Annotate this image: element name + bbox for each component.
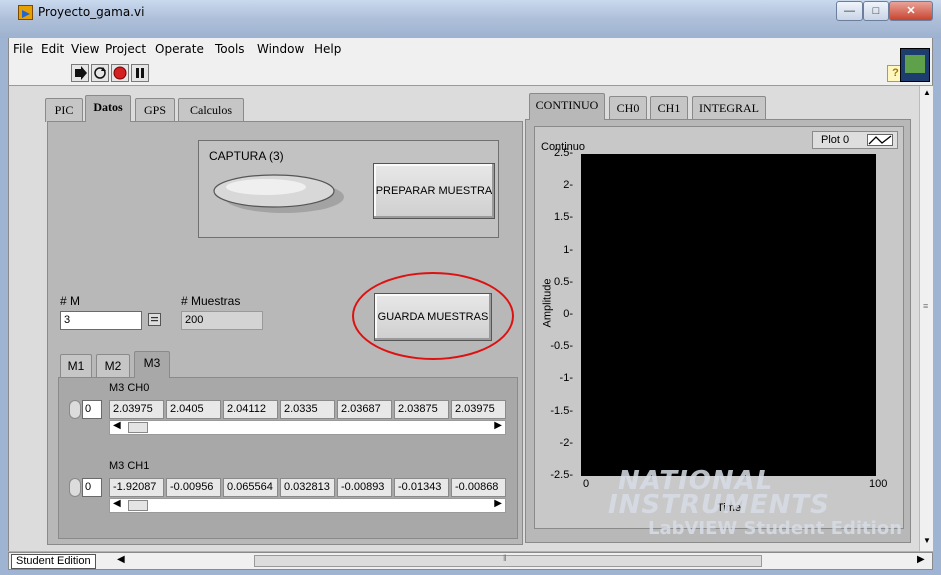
maximize-button[interactable]: □ (863, 1, 889, 21)
pause-icon[interactable] (131, 64, 149, 82)
legend-line-icon (867, 134, 893, 146)
datos-tab-page: CAPTURA (3) PREPARAR MUESTRA GUARDA MUES… (47, 121, 523, 545)
menu-help[interactable]: Help (314, 42, 341, 56)
m3-tab-page: M3 CH0 0 2.03975 2.0405 2.04112 2.0335 2… (58, 377, 518, 539)
ch0-cell: 2.03975 (109, 400, 164, 419)
ch1-cell: -0.01343 (394, 478, 449, 497)
menu-edit[interactable]: Edit (41, 42, 64, 56)
y-tick-label: -2.5- (550, 469, 573, 481)
ch0-cell: 2.03975 (451, 400, 506, 419)
ch0-array-label: M3 CH0 (109, 382, 150, 394)
ch0-cell: 2.0405 (166, 400, 221, 419)
y-tick-label: -2- (559, 436, 573, 449)
captura-label: CAPTURA (3) (209, 149, 284, 163)
y-tick-label: 0- (563, 308, 573, 320)
ch0-cell: 2.0335 (280, 400, 335, 419)
ch0-index-field[interactable]: 0 (82, 400, 102, 419)
menu-operate[interactable]: Operate (155, 42, 204, 56)
m-control-dropdown-icon[interactable] (148, 313, 161, 326)
student-edition-badge: Student Edition (11, 554, 96, 569)
muestras-label: # Muestras (181, 294, 241, 308)
tab-ch0[interactable]: CH0 (609, 96, 647, 120)
tab-datos[interactable]: Datos (85, 95, 131, 122)
scroll-thumb[interactable] (128, 422, 148, 433)
ch1-array-label: M3 CH1 (109, 460, 150, 472)
scroll-up-icon[interactable]: ▲ (923, 88, 931, 97)
window-title: Proyecto_gama.vi (38, 5, 145, 19)
ch0-index-spinner[interactable] (69, 400, 81, 419)
tab-m2[interactable]: M2 (96, 354, 130, 378)
ch1-cell: 0.032813 (280, 478, 335, 497)
plot-legend[interactable]: Plot 0 (812, 131, 898, 149)
tab-m1[interactable]: M1 (60, 354, 92, 378)
tab-continuo[interactable]: CONTINUO (529, 93, 605, 120)
ch0-horizontal-scrollbar[interactable]: ◀ ▶ (109, 420, 506, 435)
y-tick-label: 2.5- (554, 147, 573, 159)
ch1-cell: -0.00956 (166, 478, 221, 497)
y-tick-label: -1- (559, 372, 573, 385)
ni-watermark: NATIONAL INSTRUMENTS LabVIEW Student Edi… (608, 466, 903, 540)
minimize-button[interactable]: — (836, 1, 863, 21)
scroll-right-icon[interactable]: ▶ (917, 554, 925, 565)
close-button[interactable]: ✕ (889, 1, 933, 21)
m-control-label: # M (60, 294, 81, 308)
menu-view[interactable]: View (71, 42, 99, 56)
horizontal-scroll-thumb[interactable]: ‖ (254, 553, 762, 567)
y-tick-label: 1- (563, 243, 573, 256)
y-tick-label: 2- (563, 179, 573, 192)
preparar-muestra-button[interactable]: PREPARAR MUESTRA (373, 163, 495, 219)
plot-area[interactable] (581, 154, 876, 476)
menu-bar: File Edit View Project Operate Tools Win… (8, 38, 933, 60)
menu-file[interactable]: File (13, 42, 33, 56)
watermark-instruments: INSTRUMENTS (608, 490, 830, 520)
ch1-cell: -1.92087 (109, 478, 164, 497)
ch1-cell: -0.00893 (337, 478, 392, 497)
scroll-left-icon[interactable]: ◀ (117, 554, 125, 565)
tab-integral[interactable]: INTEGRAL (692, 96, 766, 120)
abort-execution-icon[interactable] (111, 64, 129, 82)
ch0-cell: 2.03875 (394, 400, 449, 419)
labview-vi-icon (18, 5, 33, 20)
scroll-thumb[interactable] (128, 500, 148, 511)
ch1-cell: -0.00868 (451, 478, 506, 497)
ch1-index-field[interactable]: 0 (82, 478, 102, 497)
menu-tools[interactable]: Tools (215, 42, 245, 56)
scroll-grip-icon[interactable]: ≡ (923, 301, 928, 311)
y-tick-label: -0.5- (550, 340, 573, 353)
status-bar: Student Edition ◀ ‖ ▶ (8, 552, 933, 570)
m-control-field[interactable]: 3 (60, 311, 142, 330)
ch0-cell: 2.04112 (223, 400, 278, 419)
ch1-cell: 0.065564 (223, 478, 278, 497)
y-tick-label: 0.5- (554, 275, 573, 288)
vi-connector-icon[interactable] (900, 48, 930, 82)
y-tick-label: -1.5- (550, 404, 573, 417)
captura-led[interactable] (211, 171, 345, 213)
tab-m3[interactable]: M3 (134, 351, 170, 378)
ch0-cell: 2.03687 (337, 400, 392, 419)
ch1-index-spinner[interactable] (69, 478, 81, 497)
tab-gps[interactable]: GPS (135, 98, 175, 122)
panel-vertical-scrollbar[interactable]: ▲ ≡ ▼ (919, 86, 933, 551)
captura-cluster: CAPTURA (3) PREPARAR MUESTRA (198, 140, 499, 238)
tab-ch1[interactable]: CH1 (650, 96, 688, 120)
highlight-circle (352, 272, 514, 360)
title-bar: Proyecto_gama.vi — □ ✕ (0, 0, 941, 38)
run-arrow-icon[interactable] (71, 64, 89, 82)
y-tick-label: 1.5- (554, 211, 573, 224)
scroll-down-icon[interactable]: ▼ (923, 536, 931, 545)
menu-project[interactable]: Project (105, 42, 146, 56)
muestras-field: 200 (181, 311, 263, 330)
legend-series-name: Plot 0 (821, 134, 850, 146)
menu-window[interactable]: Window (257, 42, 304, 56)
run-continuously-icon[interactable] (91, 64, 109, 82)
tab-pic[interactable]: PIC (45, 98, 83, 122)
ch1-horizontal-scrollbar[interactable]: ◀ ▶ (109, 498, 506, 513)
tab-calculos[interactable]: Calculos (178, 98, 244, 122)
toolbar: ? (8, 48, 933, 86)
watermark-labview: LabVIEW Student Edition (648, 518, 903, 539)
watermark-national: NATIONAL (618, 466, 774, 496)
x-tick-min: 0 (583, 478, 590, 490)
